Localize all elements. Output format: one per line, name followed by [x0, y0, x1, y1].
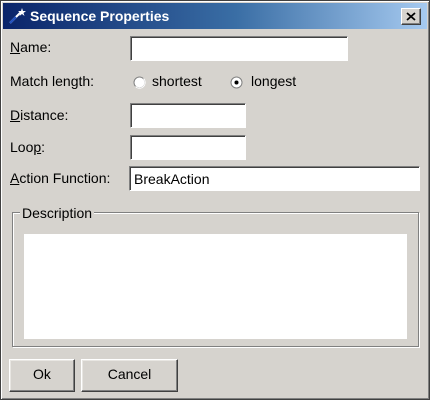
- close-icon: [406, 12, 416, 21]
- description-legend: Description: [20, 205, 95, 221]
- ok-button[interactable]: Ok: [9, 359, 75, 392]
- cancel-button[interactable]: Cancel: [81, 359, 178, 392]
- match-length-label: Match length:: [10, 73, 95, 89]
- distance-label: Distance:: [10, 107, 69, 123]
- longest-radio-label[interactable]: longest: [251, 73, 296, 89]
- name-label: Name:: [10, 39, 52, 55]
- shortest-radio[interactable]: [133, 76, 146, 89]
- wand-icon: [7, 6, 27, 26]
- loop-field[interactable]: [130, 135, 246, 160]
- shortest-radio-label[interactable]: shortest: [152, 73, 202, 89]
- longest-radio[interactable]: [230, 76, 243, 89]
- distance-field[interactable]: [130, 103, 246, 128]
- close-button[interactable]: [401, 8, 421, 25]
- description-textarea[interactable]: [24, 234, 407, 339]
- action-function-label: Action Function:: [10, 170, 111, 186]
- loop-label: Loop:: [10, 139, 46, 155]
- action-function-field[interactable]: [129, 166, 420, 191]
- sequence-properties-dialog: Sequence Properties Name: Match length: …: [0, 0, 430, 400]
- name-field[interactable]: [130, 36, 348, 61]
- title-bar[interactable]: Sequence Properties: [3, 3, 427, 29]
- window-title: Sequence Properties: [30, 8, 170, 24]
